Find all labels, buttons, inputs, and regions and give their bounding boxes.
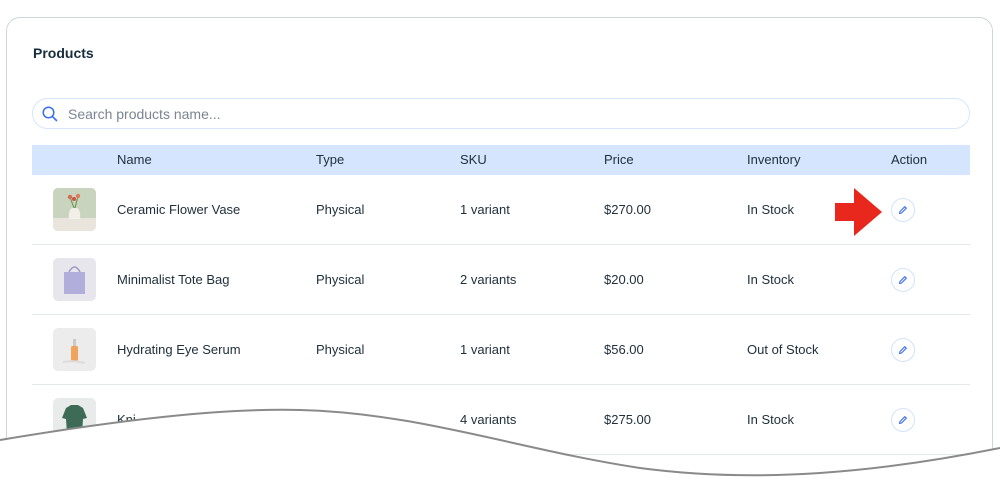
column-header-action: Action <box>891 152 928 167</box>
product-inventory: Out of Stock <box>747 342 819 357</box>
table-row[interactable]: Minimalist Tote Bag Physical 2 variants … <box>32 245 970 315</box>
column-header-price[interactable]: Price <box>604 145 634 175</box>
product-name[interactable]: Ceramic Flower Vase <box>117 175 240 245</box>
product-type: Physical <box>316 342 365 357</box>
search-input[interactable] <box>66 99 969 128</box>
product-name[interactable]: Minimalist Tote Bag <box>117 245 229 315</box>
edit-button[interactable] <box>891 338 915 362</box>
table-row[interactable]: Hydrating Eye Serum Physical 1 variant $… <box>32 315 970 385</box>
product-name[interactable]: Hydrating Eye Serum <box>117 315 241 385</box>
product-price: $20.00 <box>604 272 644 287</box>
column-header-inventory[interactable]: Inventory <box>747 145 800 175</box>
product-price: $270.00 <box>604 202 651 217</box>
flower-vase-icon <box>53 188 96 231</box>
table-row[interactable]: Ceramic Flower Vase Physical 1 variant $… <box>32 175 970 245</box>
tote-bag-icon <box>53 258 96 301</box>
arrow-pointer-icon <box>835 188 882 236</box>
product-type: Physical <box>316 202 365 217</box>
page-title: Products <box>33 45 94 61</box>
product-sku: 1 variant <box>460 342 510 357</box>
table-header: Name Type SKU Price Inventory Action <box>32 145 970 175</box>
edit-button[interactable] <box>891 268 915 292</box>
product-inventory: In Stock <box>747 202 794 217</box>
product-sku: 2 variants <box>460 272 517 287</box>
page-cutoff-wave <box>0 408 1000 493</box>
product-sku: 1 variant <box>460 202 510 217</box>
column-header-name[interactable]: Name <box>117 145 152 175</box>
product-price: $56.00 <box>604 342 644 357</box>
pencil-icon <box>898 346 907 355</box>
serum-bottle-icon <box>53 328 96 371</box>
pencil-icon <box>898 276 907 285</box>
edit-button[interactable] <box>891 198 915 222</box>
product-type: Physical <box>316 272 365 287</box>
pencil-icon <box>898 206 907 215</box>
column-header-type[interactable]: Type <box>316 145 344 175</box>
search-bar[interactable] <box>32 98 970 129</box>
search-icon <box>42 105 58 122</box>
column-header-sku[interactable]: SKU <box>460 145 487 175</box>
product-inventory: In Stock <box>747 272 794 287</box>
